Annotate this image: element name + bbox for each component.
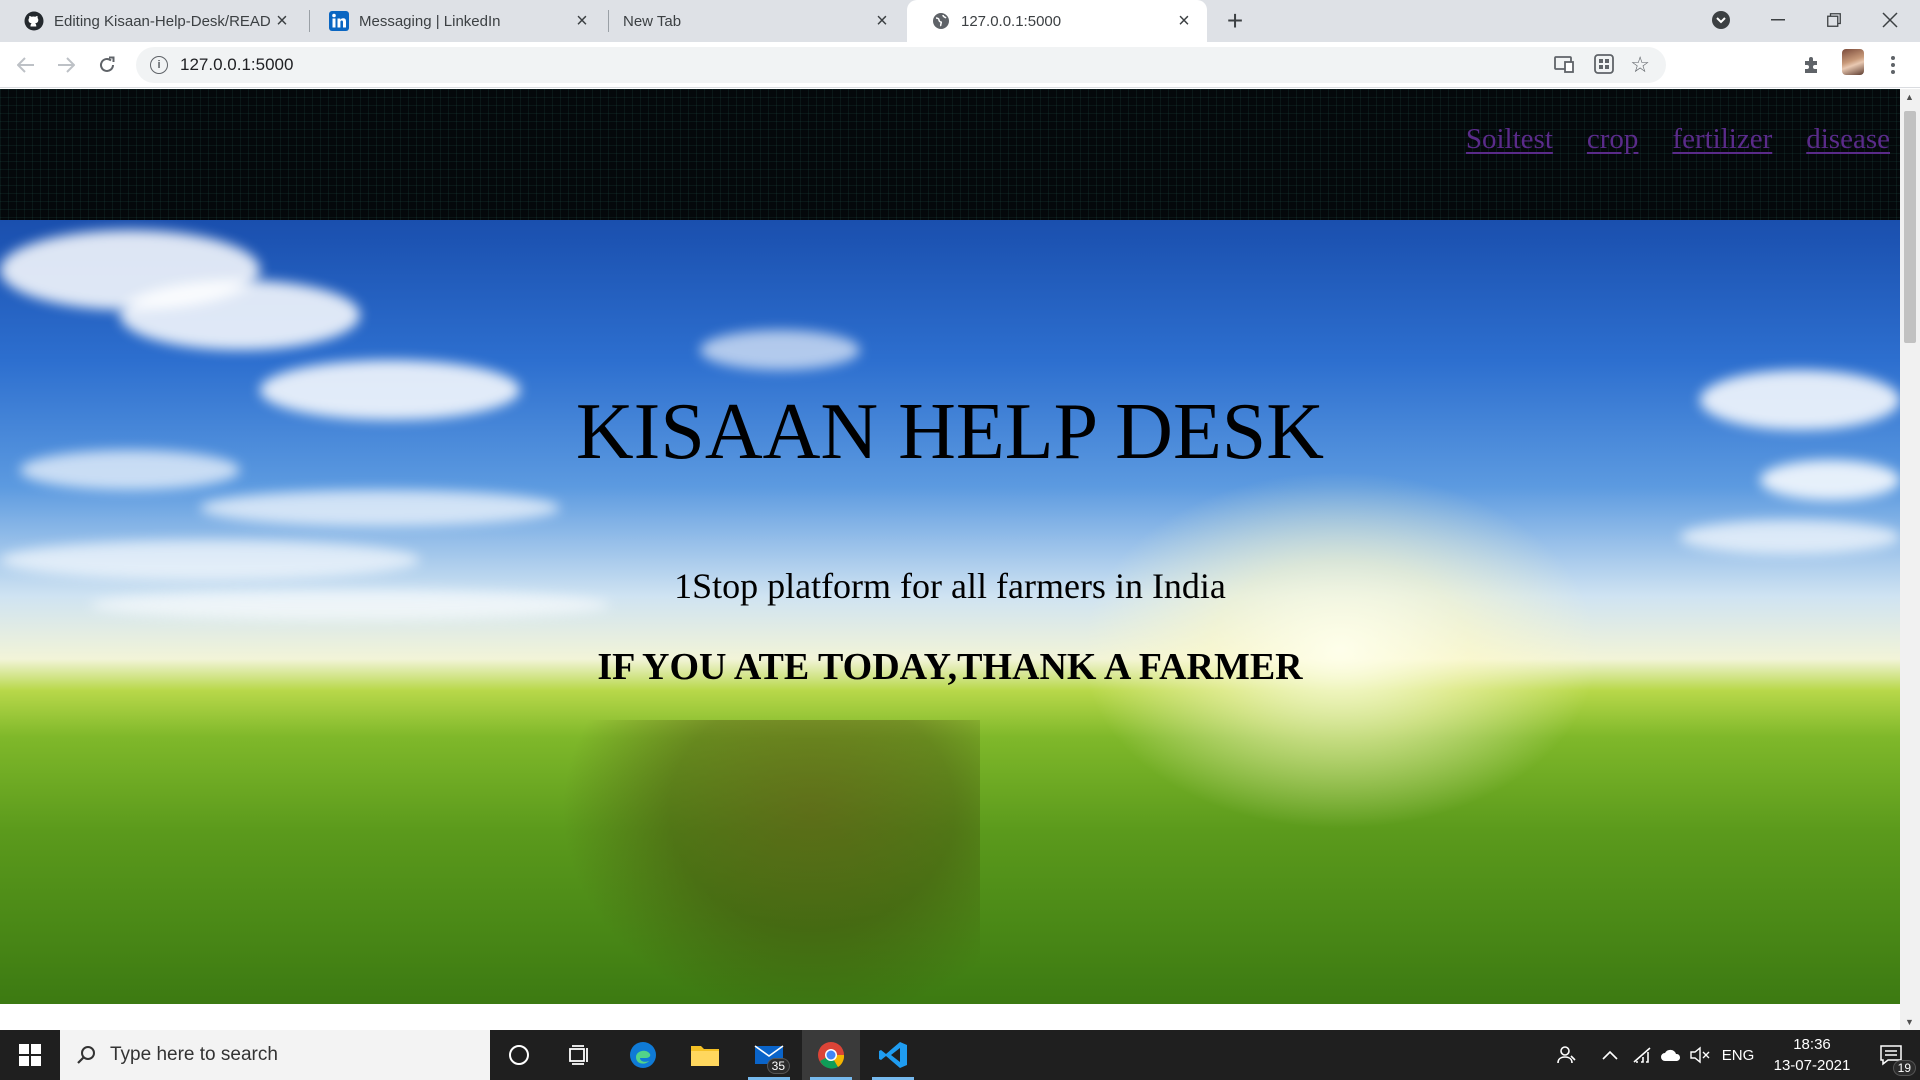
- chrome-icon: [818, 1042, 845, 1069]
- network-icon[interactable]: [1630, 1030, 1654, 1080]
- mail-unread-badge: 35: [766, 1058, 790, 1074]
- site-nav-links: Soiltest crop fertilizer disease: [1432, 123, 1890, 156]
- page-viewport: Soiltest crop fertilizer disease KISAAN …: [0, 89, 1900, 1030]
- site-navbar: Soiltest crop fertilizer disease: [0, 89, 1900, 220]
- qr-code-icon[interactable]: [1594, 54, 1614, 74]
- chevron-down-icon: [1712, 11, 1730, 29]
- hero-quote: IF YOU ATE TODAY,THANK A FARMER: [597, 646, 1303, 688]
- scroll-down-arrow-icon[interactable]: ▼: [1905, 1017, 1914, 1027]
- nav-link-crop[interactable]: crop: [1553, 123, 1639, 156]
- minimize-icon: [1771, 19, 1785, 21]
- browser-toolbar: i 127.0.0.1:5000 ☆: [0, 42, 1920, 88]
- tab-title: New Tab: [623, 12, 682, 30]
- taskbar-clock[interactable]: 18:36 13-07-2021: [1762, 1034, 1862, 1076]
- edge-icon: [630, 1042, 656, 1068]
- restore-icon: [1827, 13, 1841, 27]
- close-window-button[interactable]: [1862, 0, 1918, 40]
- back-arrow-icon: [17, 57, 34, 73]
- url-text: 127.0.0.1:5000: [180, 55, 294, 74]
- action-center-button[interactable]: 19: [1862, 1030, 1920, 1080]
- hero-subtitle: 1Stop platform for all farmers in India: [674, 566, 1226, 606]
- kebab-menu-icon: [1891, 56, 1895, 74]
- close-icon[interactable]: ×: [271, 10, 293, 32]
- back-button[interactable]: [10, 49, 42, 81]
- scroll-up-arrow-icon[interactable]: ▲: [1905, 92, 1914, 102]
- chrome-menu-button[interactable]: [1880, 52, 1906, 78]
- notification-count-badge: 19: [1892, 1060, 1916, 1076]
- taskbar-chrome[interactable]: [802, 1030, 860, 1080]
- close-icon[interactable]: ×: [1173, 10, 1195, 32]
- folder-icon: [691, 1046, 719, 1066]
- reload-button[interactable]: [91, 49, 123, 81]
- volume-muted-icon[interactable]: [1688, 1030, 1712, 1080]
- taskbar-file-explorer[interactable]: [676, 1030, 734, 1080]
- chevron-up-icon[interactable]: [1598, 1030, 1622, 1080]
- search-icon: [77, 1046, 95, 1064]
- windows-logo-icon: [19, 1044, 41, 1066]
- tab-search-button[interactable]: [1693, 0, 1749, 40]
- people-icon[interactable]: [1550, 1030, 1584, 1080]
- site-info-icon[interactable]: i: [150, 56, 168, 74]
- cloud: [1680, 520, 1900, 554]
- cloud: [200, 490, 560, 526]
- address-bar[interactable]: i 127.0.0.1:5000 ☆: [136, 47, 1666, 83]
- github-icon: [24, 11, 44, 31]
- cast-icon[interactable]: [1554, 55, 1574, 73]
- cloud: [700, 330, 860, 370]
- forward-arrow-icon: [58, 57, 75, 73]
- nav-link-fertilizer[interactable]: fertilizer: [1638, 123, 1772, 156]
- tab-new-tab[interactable]: New Tab ×: [605, 0, 905, 42]
- vscode-icon: [879, 1042, 907, 1068]
- profile-avatar[interactable]: [1842, 49, 1864, 75]
- taskbar-mail[interactable]: 35: [740, 1030, 798, 1080]
- cloud: [120, 280, 360, 350]
- close-icon: [1882, 12, 1898, 28]
- start-button[interactable]: [0, 1030, 60, 1080]
- reload-icon: [100, 56, 115, 72]
- cortana-icon: [509, 1045, 529, 1065]
- clock-time: 18:36: [1793, 1036, 1831, 1053]
- task-view-icon: [569, 1045, 588, 1065]
- hero-banner: KISAAN HELP DESK 1Stop platform for all …: [0, 220, 1900, 1004]
- tab-localhost[interactable]: 127.0.0.1:5000 ×: [907, 0, 1207, 42]
- restore-button[interactable]: [1806, 0, 1862, 40]
- scrollbar-thumb[interactable]: [1904, 111, 1916, 343]
- nav-link-disease[interactable]: disease: [1772, 123, 1890, 156]
- puzzle-icon: [1805, 57, 1817, 73]
- extensions-icon[interactable]: [1799, 52, 1825, 78]
- taskbar-edge[interactable]: [614, 1030, 672, 1080]
- input-language-indicator[interactable]: ENG: [1718, 1030, 1758, 1080]
- clock-date: 13-07-2021: [1773, 1057, 1851, 1074]
- field-path: [560, 720, 980, 1004]
- new-tab-button[interactable]: +: [1220, 5, 1250, 36]
- minimize-button[interactable]: [1750, 0, 1806, 40]
- task-view-button[interactable]: [550, 1030, 608, 1080]
- forward-button[interactable]: [50, 49, 82, 81]
- windows-taskbar: Type here to search 35 ENG 18:36 13-07-2…: [0, 1030, 1920, 1080]
- tab-title: 127.0.0.1:5000: [961, 12, 1062, 30]
- cortana-button[interactable]: [490, 1030, 548, 1080]
- tab-github[interactable]: Editing Kisaan-Help-Desk/README ×: [0, 0, 305, 42]
- close-icon[interactable]: ×: [571, 10, 593, 32]
- taskbar-vscode[interactable]: [864, 1030, 922, 1080]
- tab-title: Editing Kisaan-Help-Desk/README: [54, 12, 271, 30]
- page-scrollbar[interactable]: ▲ ▼: [1900, 89, 1920, 1030]
- tab-linkedin[interactable]: Messaging | LinkedIn ×: [305, 0, 605, 42]
- bookmark-star-icon[interactable]: ☆: [1630, 52, 1650, 78]
- onedrive-icon[interactable]: [1658, 1030, 1684, 1080]
- page-title: KISAAN HELP DESK: [575, 388, 1325, 476]
- search-placeholder: Type here to search: [110, 1044, 278, 1065]
- close-icon[interactable]: ×: [871, 10, 893, 32]
- globe-icon: [931, 11, 951, 31]
- taskbar-search-box[interactable]: Type here to search: [60, 1030, 490, 1080]
- linkedin-icon: [329, 11, 349, 31]
- tab-title: Messaging | LinkedIn: [359, 12, 501, 30]
- nav-link-soiltest[interactable]: Soiltest: [1432, 123, 1553, 156]
- tab-strip: Editing Kisaan-Help-Desk/README × Messag…: [0, 0, 1920, 42]
